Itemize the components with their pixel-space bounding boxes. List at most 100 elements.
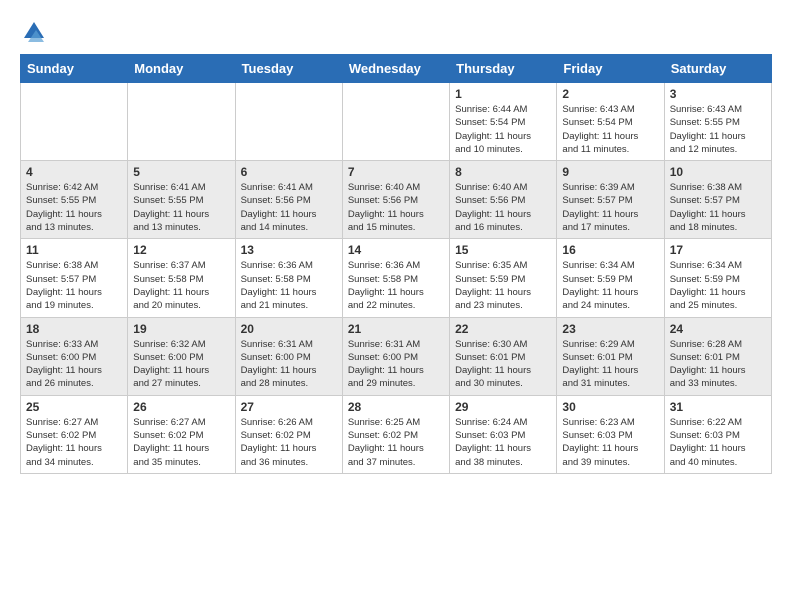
weekday-header-thursday: Thursday — [450, 55, 557, 83]
day-number: 6 — [241, 165, 337, 179]
calendar-row-2: 11 Sunrise: 6:38 AMSunset: 5:57 PMDayligh… — [21, 239, 772, 317]
calendar-table: SundayMondayTuesdayWednesdayThursdayFrid… — [20, 54, 772, 474]
calendar-cell: 10 Sunrise: 6:38 AMSunset: 5:57 PMDayligh… — [664, 161, 771, 239]
day-number: 22 — [455, 322, 551, 336]
day-number: 14 — [348, 243, 444, 257]
weekday-header-monday: Monday — [128, 55, 235, 83]
calendar-cell: 1 Sunrise: 6:44 AMSunset: 5:54 PMDaylight… — [450, 83, 557, 161]
day-info: Sunrise: 6:40 AMSunset: 5:56 PMDaylight:… — [455, 181, 551, 234]
day-number: 13 — [241, 243, 337, 257]
day-info: Sunrise: 6:40 AMSunset: 5:56 PMDaylight:… — [348, 181, 444, 234]
day-info: Sunrise: 6:39 AMSunset: 5:57 PMDaylight:… — [562, 181, 658, 234]
day-number: 30 — [562, 400, 658, 414]
day-info: Sunrise: 6:25 AMSunset: 6:02 PMDaylight:… — [348, 416, 444, 469]
day-info: Sunrise: 6:24 AMSunset: 6:03 PMDaylight:… — [455, 416, 551, 469]
day-info: Sunrise: 6:36 AMSunset: 5:58 PMDaylight:… — [348, 259, 444, 312]
calendar-cell: 8 Sunrise: 6:40 AMSunset: 5:56 PMDaylight… — [450, 161, 557, 239]
calendar-cell: 4 Sunrise: 6:42 AMSunset: 5:55 PMDaylight… — [21, 161, 128, 239]
day-number: 5 — [133, 165, 229, 179]
day-number: 3 — [670, 87, 766, 101]
day-number: 20 — [241, 322, 337, 336]
calendar-row-4: 25 Sunrise: 6:27 AMSunset: 6:02 PMDayligh… — [21, 395, 772, 473]
logo-icon — [22, 20, 46, 44]
calendar-cell: 9 Sunrise: 6:39 AMSunset: 5:57 PMDaylight… — [557, 161, 664, 239]
calendar-cell — [342, 83, 449, 161]
day-number: 25 — [26, 400, 122, 414]
day-number: 12 — [133, 243, 229, 257]
calendar-cell — [235, 83, 342, 161]
calendar-cell: 29Sunrise: 6:24 AMSunset: 6:03 PMDayligh… — [450, 395, 557, 473]
calendar-cell — [21, 83, 128, 161]
calendar-cell: 25Sunrise: 6:27 AMSunset: 6:02 PMDayligh… — [21, 395, 128, 473]
day-number: 23 — [562, 322, 658, 336]
day-number: 4 — [26, 165, 122, 179]
day-info: Sunrise: 6:34 AMSunset: 5:59 PMDaylight:… — [562, 259, 658, 312]
day-info: Sunrise: 6:41 AMSunset: 5:55 PMDaylight:… — [133, 181, 229, 234]
day-info: Sunrise: 6:30 AMSunset: 6:01 PMDaylight:… — [455, 338, 551, 391]
calendar-cell: 6 Sunrise: 6:41 AMSunset: 5:56 PMDaylight… — [235, 161, 342, 239]
day-number: 8 — [455, 165, 551, 179]
calendar-cell: 20 Sunrise: 6:31 AMSunset: 6:00 PMDayligh… — [235, 317, 342, 395]
day-number: 7 — [348, 165, 444, 179]
weekday-header-wednesday: Wednesday — [342, 55, 449, 83]
day-number: 15 — [455, 243, 551, 257]
page-header — [20, 20, 772, 44]
day-number: 18 — [26, 322, 122, 336]
calendar-cell: 7 Sunrise: 6:40 AMSunset: 5:56 PMDaylight… — [342, 161, 449, 239]
day-info: Sunrise: 6:31 AMSunset: 6:00 PMDaylight:… — [241, 338, 337, 391]
day-info: Sunrise: 6:38 AMSunset: 5:57 PMDaylight:… — [26, 259, 122, 312]
day-info: Sunrise: 6:36 AMSunset: 5:58 PMDaylight:… — [241, 259, 337, 312]
calendar-cell — [128, 83, 235, 161]
calendar-cell: 13 Sunrise: 6:36 AMSunset: 5:58 PMDayligh… — [235, 239, 342, 317]
day-info: Sunrise: 6:23 AMSunset: 6:03 PMDaylight:… — [562, 416, 658, 469]
day-number: 10 — [670, 165, 766, 179]
day-number: 26 — [133, 400, 229, 414]
day-info: Sunrise: 6:28 AMSunset: 6:01 PMDaylight:… — [670, 338, 766, 391]
day-info: Sunrise: 6:33 AMSunset: 6:00 PMDaylight:… — [26, 338, 122, 391]
weekday-header-saturday: Saturday — [664, 55, 771, 83]
calendar-cell: 17Sunrise: 6:34 AMSunset: 5:59 PMDayligh… — [664, 239, 771, 317]
calendar-cell: 12 Sunrise: 6:37 AMSunset: 5:58 PMDayligh… — [128, 239, 235, 317]
day-info: Sunrise: 6:22 AMSunset: 6:03 PMDaylight:… — [670, 416, 766, 469]
calendar-cell: 27Sunrise: 6:26 AMSunset: 6:02 PMDayligh… — [235, 395, 342, 473]
day-number: 21 — [348, 322, 444, 336]
weekday-header-friday: Friday — [557, 55, 664, 83]
calendar-cell: 16 Sunrise: 6:34 AMSunset: 5:59 PMDayligh… — [557, 239, 664, 317]
day-info: Sunrise: 6:26 AMSunset: 6:02 PMDaylight:… — [241, 416, 337, 469]
calendar-cell: 21Sunrise: 6:31 AMSunset: 6:00 PMDayligh… — [342, 317, 449, 395]
day-number: 16 — [562, 243, 658, 257]
calendar-row-1: 4 Sunrise: 6:42 AMSunset: 5:55 PMDaylight… — [21, 161, 772, 239]
calendar-cell: 22 Sunrise: 6:30 AMSunset: 6:01 PMDayligh… — [450, 317, 557, 395]
day-number: 2 — [562, 87, 658, 101]
day-info: Sunrise: 6:44 AMSunset: 5:54 PMDaylight:… — [455, 103, 551, 156]
calendar-cell: 23 Sunrise: 6:29 AMSunset: 6:01 PMDayligh… — [557, 317, 664, 395]
calendar-cell: 5 Sunrise: 6:41 AMSunset: 5:55 PMDaylight… — [128, 161, 235, 239]
day-number: 11 — [26, 243, 122, 257]
day-number: 9 — [562, 165, 658, 179]
calendar-cell: 24 Sunrise: 6:28 AMSunset: 6:01 PMDayligh… — [664, 317, 771, 395]
calendar-cell: 19 Sunrise: 6:32 AMSunset: 6:00 PMDayligh… — [128, 317, 235, 395]
day-info: Sunrise: 6:37 AMSunset: 5:58 PMDaylight:… — [133, 259, 229, 312]
calendar-cell: 30 Sunrise: 6:23 AMSunset: 6:03 PMDayligh… — [557, 395, 664, 473]
weekday-header-tuesday: Tuesday — [235, 55, 342, 83]
day-info: Sunrise: 6:42 AMSunset: 5:55 PMDaylight:… — [26, 181, 122, 234]
calendar-cell: 26 Sunrise: 6:27 AMSunset: 6:02 PMDayligh… — [128, 395, 235, 473]
calendar-row-3: 18 Sunrise: 6:33 AMSunset: 6:00 PMDayligh… — [21, 317, 772, 395]
calendar-row-0: 1 Sunrise: 6:44 AMSunset: 5:54 PMDaylight… — [21, 83, 772, 161]
day-number: 1 — [455, 87, 551, 101]
calendar-cell: 18 Sunrise: 6:33 AMSunset: 6:00 PMDayligh… — [21, 317, 128, 395]
calendar-cell: 31 Sunrise: 6:22 AMSunset: 6:03 PMDayligh… — [664, 395, 771, 473]
day-number: 24 — [670, 322, 766, 336]
weekday-header-sunday: Sunday — [21, 55, 128, 83]
day-info: Sunrise: 6:27 AMSunset: 6:02 PMDaylight:… — [133, 416, 229, 469]
day-number: 28 — [348, 400, 444, 414]
day-info: Sunrise: 6:35 AMSunset: 5:59 PMDaylight:… — [455, 259, 551, 312]
day-info: Sunrise: 6:38 AMSunset: 5:57 PMDaylight:… — [670, 181, 766, 234]
day-info: Sunrise: 6:41 AMSunset: 5:56 PMDaylight:… — [241, 181, 337, 234]
day-number: 19 — [133, 322, 229, 336]
day-info: Sunrise: 6:32 AMSunset: 6:00 PMDaylight:… — [133, 338, 229, 391]
day-info: Sunrise: 6:29 AMSunset: 6:01 PMDaylight:… — [562, 338, 658, 391]
calendar-cell: 2Sunrise: 6:43 AMSunset: 5:54 PMDaylight… — [557, 83, 664, 161]
day-number: 31 — [670, 400, 766, 414]
calendar-cell: 11 Sunrise: 6:38 AMSunset: 5:57 PMDayligh… — [21, 239, 128, 317]
